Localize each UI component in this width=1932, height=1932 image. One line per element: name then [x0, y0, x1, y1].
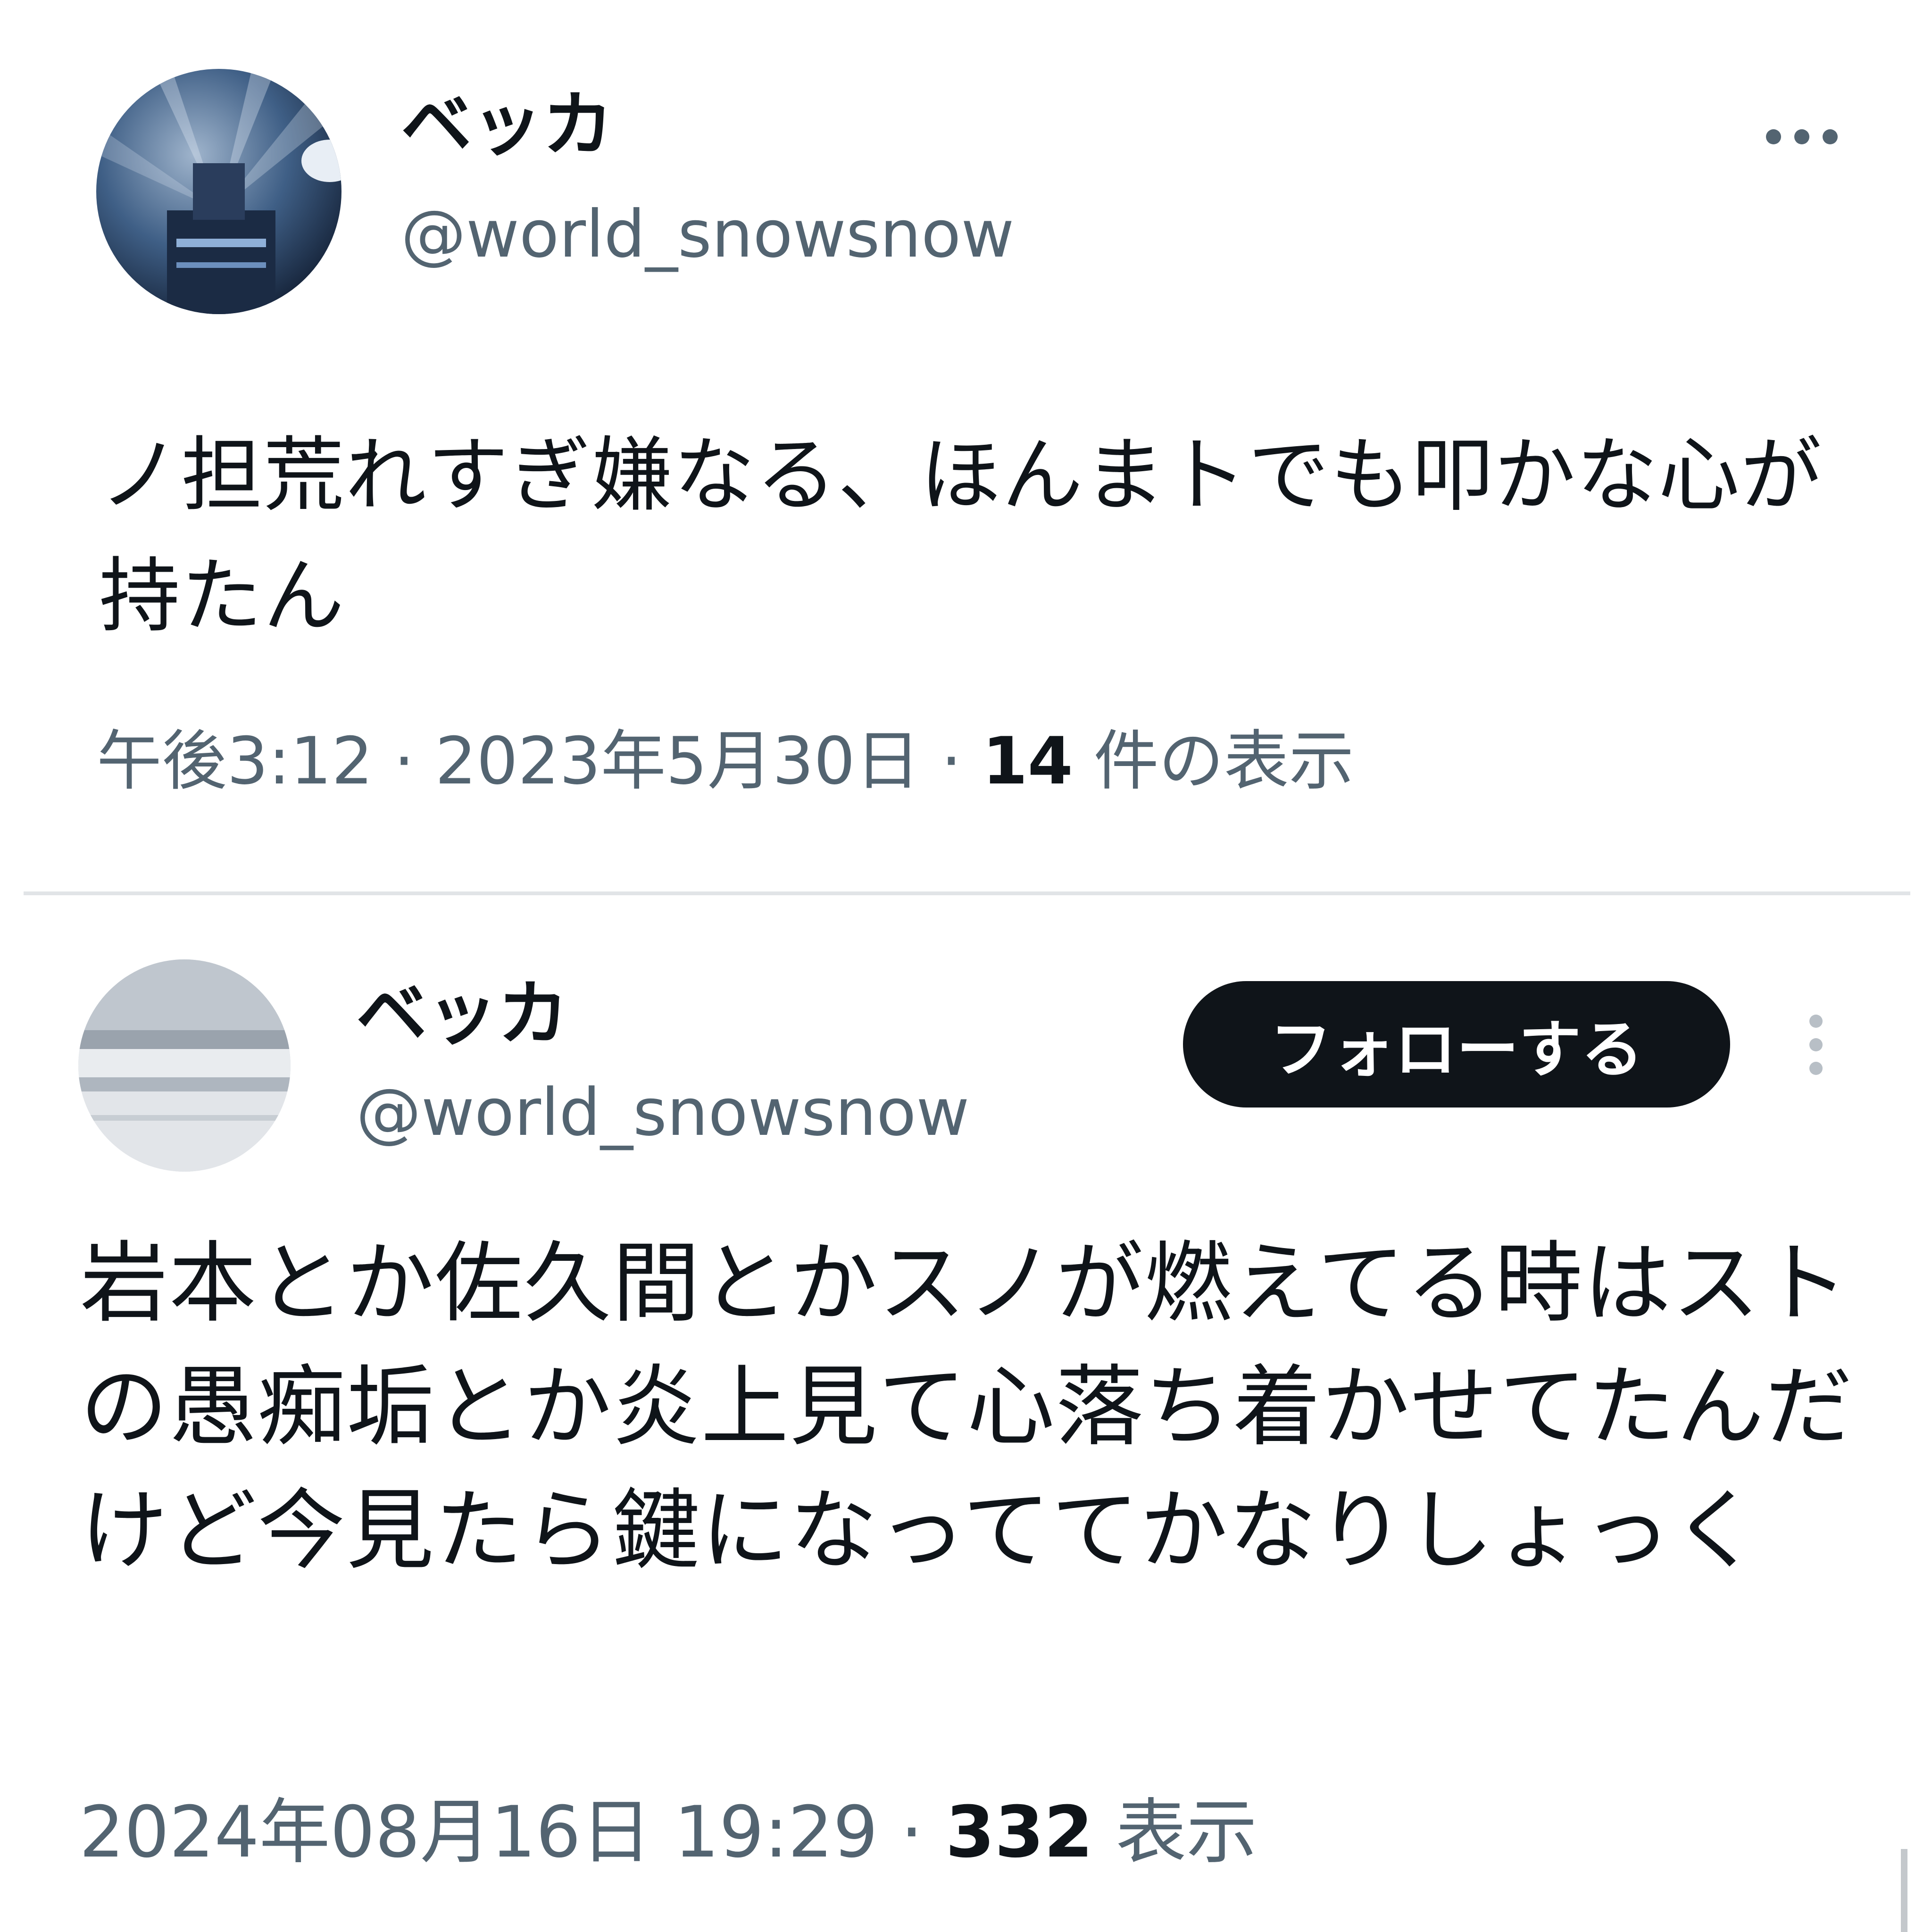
view-label: 件の表示: [1073, 723, 1354, 799]
tweet-meta: 午後3:12 · 2023年5月30日 · 14 件の表示: [97, 729, 1354, 794]
user-handle[interactable]: @world_snowsnow: [401, 202, 1014, 267]
avatar[interactable]: [78, 959, 291, 1172]
avatar-snow-sea-image: [78, 959, 291, 1172]
user-handle[interactable]: @world_snowsnow: [356, 1080, 969, 1145]
view-label: 表示: [1093, 1791, 1257, 1874]
tweet-text: 岩本とか佐久間とかスノが燃えてる時はストの愚痴垢とか炎上見て心落ち着かせてたんだ…: [80, 1232, 1854, 1582]
screenshot-page: ベッカ @world_snowsnow ノ担荒れすぎ嫌なる、ほんまトでも叩かな心…: [0, 0, 1932, 1932]
avatar-stadium-image: [96, 69, 341, 314]
scrollbar[interactable]: [1901, 1849, 1907, 1932]
tweet-text: ノ担荒れすぎ嫌なる、ほんまトでも叩かな心が持たん: [99, 428, 1823, 643]
timestamp[interactable]: 2024年08月16日 19:29 ·: [79, 1791, 945, 1874]
avatar[interactable]: [96, 69, 341, 314]
more-horizontal-icon[interactable]: [1755, 113, 1849, 160]
tweet-meta: 2024年08月16日 19:29 · 332 表示: [79, 1797, 1257, 1868]
user-name[interactable]: ベッカ: [401, 90, 613, 160]
divider: [24, 891, 1910, 895]
follow-button[interactable]: フォローする: [1183, 981, 1730, 1108]
view-count: 332: [945, 1791, 1093, 1874]
user-name[interactable]: ベッカ: [356, 979, 568, 1049]
more-vertical-icon[interactable]: [1797, 1009, 1835, 1080]
view-count: 14: [982, 723, 1073, 799]
timestamp[interactable]: 午後3:12 · 2023年5月30日 ·: [97, 723, 983, 799]
